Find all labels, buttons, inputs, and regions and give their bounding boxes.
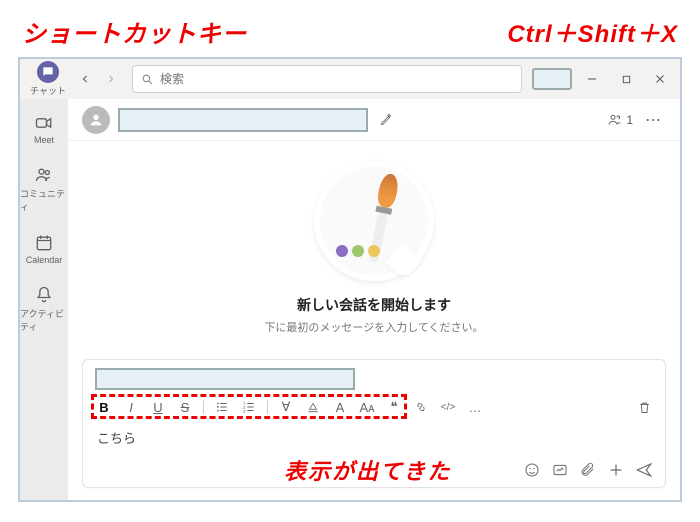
- delete-draft-button[interactable]: [635, 398, 653, 416]
- chat-content: 1 ⋯ 新しい会話を開始します 下に最初のメッセージを入力してください。: [68, 99, 680, 500]
- pencil-icon: [379, 113, 393, 127]
- italic-button[interactable]: I: [122, 398, 140, 416]
- window-minimize-button[interactable]: [578, 65, 606, 93]
- sidebar-item-community[interactable]: コミュニティ: [20, 165, 68, 213]
- contact-avatar[interactable]: [82, 106, 110, 134]
- minimize-icon: [586, 73, 598, 85]
- sidebar-item-meet[interactable]: Meet: [20, 113, 68, 145]
- trash-icon: [637, 400, 652, 415]
- highlight-icon: [306, 400, 320, 414]
- empty-state: 新しい会話を開始します 下に最初のメッセージを入力してください。: [68, 141, 680, 343]
- bullet-list-icon: [215, 400, 229, 414]
- font-color-button[interactable]: A: [331, 398, 349, 416]
- participant-count[interactable]: 1: [607, 112, 633, 128]
- strike-button[interactable]: S: [176, 398, 194, 416]
- calendar-icon: [34, 233, 54, 253]
- send-button[interactable]: [635, 461, 653, 479]
- sidebar-item-label: Calendar: [26, 255, 63, 265]
- rename-button[interactable]: [376, 110, 396, 130]
- message-body[interactable]: こちら: [83, 422, 665, 455]
- empty-state-illustration: [314, 161, 434, 281]
- bullet-list-button[interactable]: [213, 398, 231, 416]
- close-icon: [654, 73, 666, 85]
- bell-icon: [34, 285, 54, 305]
- add-button[interactable]: [607, 461, 625, 479]
- toolbar-separator: [267, 400, 268, 414]
- ellipsis-icon: ⋯: [645, 112, 662, 129]
- highlight-button[interactable]: [304, 398, 322, 416]
- sidebar-item-calendar[interactable]: Calendar: [20, 233, 68, 265]
- link-button[interactable]: [412, 398, 430, 416]
- chat-icon: [41, 65, 55, 79]
- app-sidebar: Meet コミュニティ Calendar アクティビティ: [20, 99, 68, 500]
- maximize-icon: [621, 74, 632, 85]
- paperclip-icon: [580, 462, 596, 478]
- subject-input[interactable]: [95, 368, 355, 390]
- app-window: チャット Meet: [18, 57, 682, 502]
- toolbar-separator: [203, 400, 204, 414]
- link-icon: [414, 400, 428, 414]
- font-size-button[interactable]: Aᴀ: [358, 398, 376, 416]
- sidebar-item-activity[interactable]: アクティビティ: [20, 285, 68, 333]
- app-icon-label: チャット: [30, 84, 66, 97]
- send-icon: [635, 461, 653, 479]
- annotation-shortcut-keys: Ctrl＋Shift＋X: [507, 14, 678, 49]
- compose-footer: [83, 455, 665, 487]
- search-icon: [141, 73, 154, 86]
- chat-header: 1 ⋯: [68, 99, 680, 141]
- clear-format-button[interactable]: ∀: [277, 398, 295, 416]
- empty-state-subtitle: 下に最初のメッセージを入力してください。: [264, 319, 483, 335]
- bold-button[interactable]: B: [95, 398, 113, 416]
- window-close-button[interactable]: [646, 65, 674, 93]
- chevron-left-icon: [79, 73, 91, 85]
- participant-count-value: 1: [626, 113, 633, 127]
- video-icon: [34, 113, 54, 133]
- gif-icon: [552, 462, 568, 478]
- number-list-button[interactable]: 123: [240, 398, 258, 416]
- sidebar-item-label: アクティビティ: [20, 307, 68, 333]
- people-icon: [34, 165, 54, 185]
- toolbar-more-button[interactable]: …: [466, 398, 484, 416]
- quote-button[interactable]: ❝: [385, 398, 403, 416]
- window-maximize-button[interactable]: [612, 65, 640, 93]
- app-icon-chat[interactable]: チャット: [26, 61, 70, 97]
- number-list-icon: 123: [242, 400, 256, 414]
- profile-thumbnail[interactable]: [532, 68, 572, 90]
- search-input[interactable]: [160, 72, 513, 86]
- empty-state-title: 新しい会話を開始します: [297, 295, 451, 315]
- sidebar-item-label: コミュニティ: [20, 187, 68, 213]
- contact-name-field[interactable]: [118, 108, 368, 132]
- nav-back-button[interactable]: [74, 68, 96, 90]
- nav-forward-button[interactable]: [100, 68, 122, 90]
- titlebar: チャット: [20, 59, 680, 99]
- underline-button[interactable]: U: [149, 398, 167, 416]
- more-options-button[interactable]: ⋯: [641, 110, 666, 130]
- plus-icon: [608, 462, 624, 478]
- svg-text:3: 3: [243, 409, 246, 414]
- search-box[interactable]: [132, 65, 522, 93]
- chevron-right-icon: [105, 73, 117, 85]
- people-small-icon: [607, 112, 623, 128]
- person-icon: [88, 112, 104, 128]
- gif-button[interactable]: [551, 461, 569, 479]
- emoji-icon: [524, 462, 540, 478]
- compose-box: B I U S 123 ∀ A: [82, 359, 666, 488]
- format-toolbar: B I U S 123 ∀ A: [83, 394, 665, 420]
- emoji-button[interactable]: [523, 461, 541, 479]
- code-button[interactable]: </>: [439, 398, 457, 416]
- sidebar-item-label: Meet: [34, 135, 54, 145]
- attach-button[interactable]: [579, 461, 597, 479]
- annotation-shortcut-label: ショートカットキー: [22, 14, 247, 49]
